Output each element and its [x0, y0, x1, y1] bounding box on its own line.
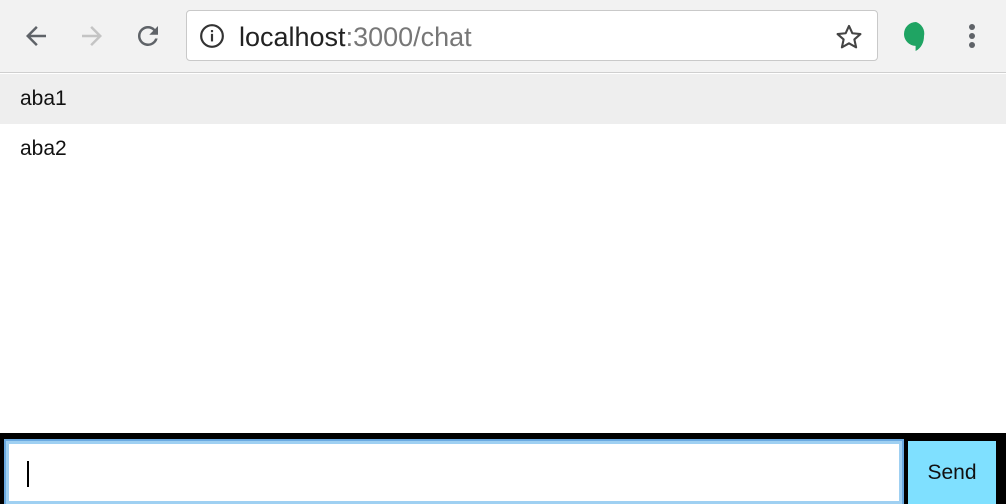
- hangouts-icon[interactable]: [900, 20, 932, 52]
- message-list: aba1 aba2: [0, 74, 1006, 174]
- message-composer: Send: [0, 433, 1006, 504]
- arrow-right-icon: [82, 26, 102, 46]
- back-button[interactable]: [18, 18, 54, 54]
- address-bar[interactable]: localhost:3000/chat: [186, 10, 878, 61]
- url-text[interactable]: localhost:3000/chat: [239, 22, 472, 52]
- menu-dot: [969, 24, 975, 30]
- send-button[interactable]: Send: [908, 441, 996, 504]
- info-icon[interactable]: [199, 23, 225, 49]
- star-icon[interactable]: [835, 23, 863, 51]
- message-input[interactable]: [6, 441, 902, 504]
- forward-button[interactable]: [74, 18, 110, 54]
- reload-button[interactable]: [130, 18, 166, 54]
- arrow-left-icon: [26, 26, 46, 46]
- more-vert-icon[interactable]: [958, 20, 986, 52]
- menu-dot: [969, 42, 975, 48]
- message-item: aba2: [0, 124, 1006, 174]
- reload-icon: [137, 25, 158, 46]
- text-caret: [27, 461, 29, 487]
- menu-dot: [969, 33, 975, 39]
- browser-toolbar: localhost:3000/chat: [0, 0, 1006, 73]
- url-path: :3000/chat: [345, 22, 472, 52]
- message-item: aba1: [0, 74, 1006, 124]
- url-host: localhost: [239, 22, 346, 52]
